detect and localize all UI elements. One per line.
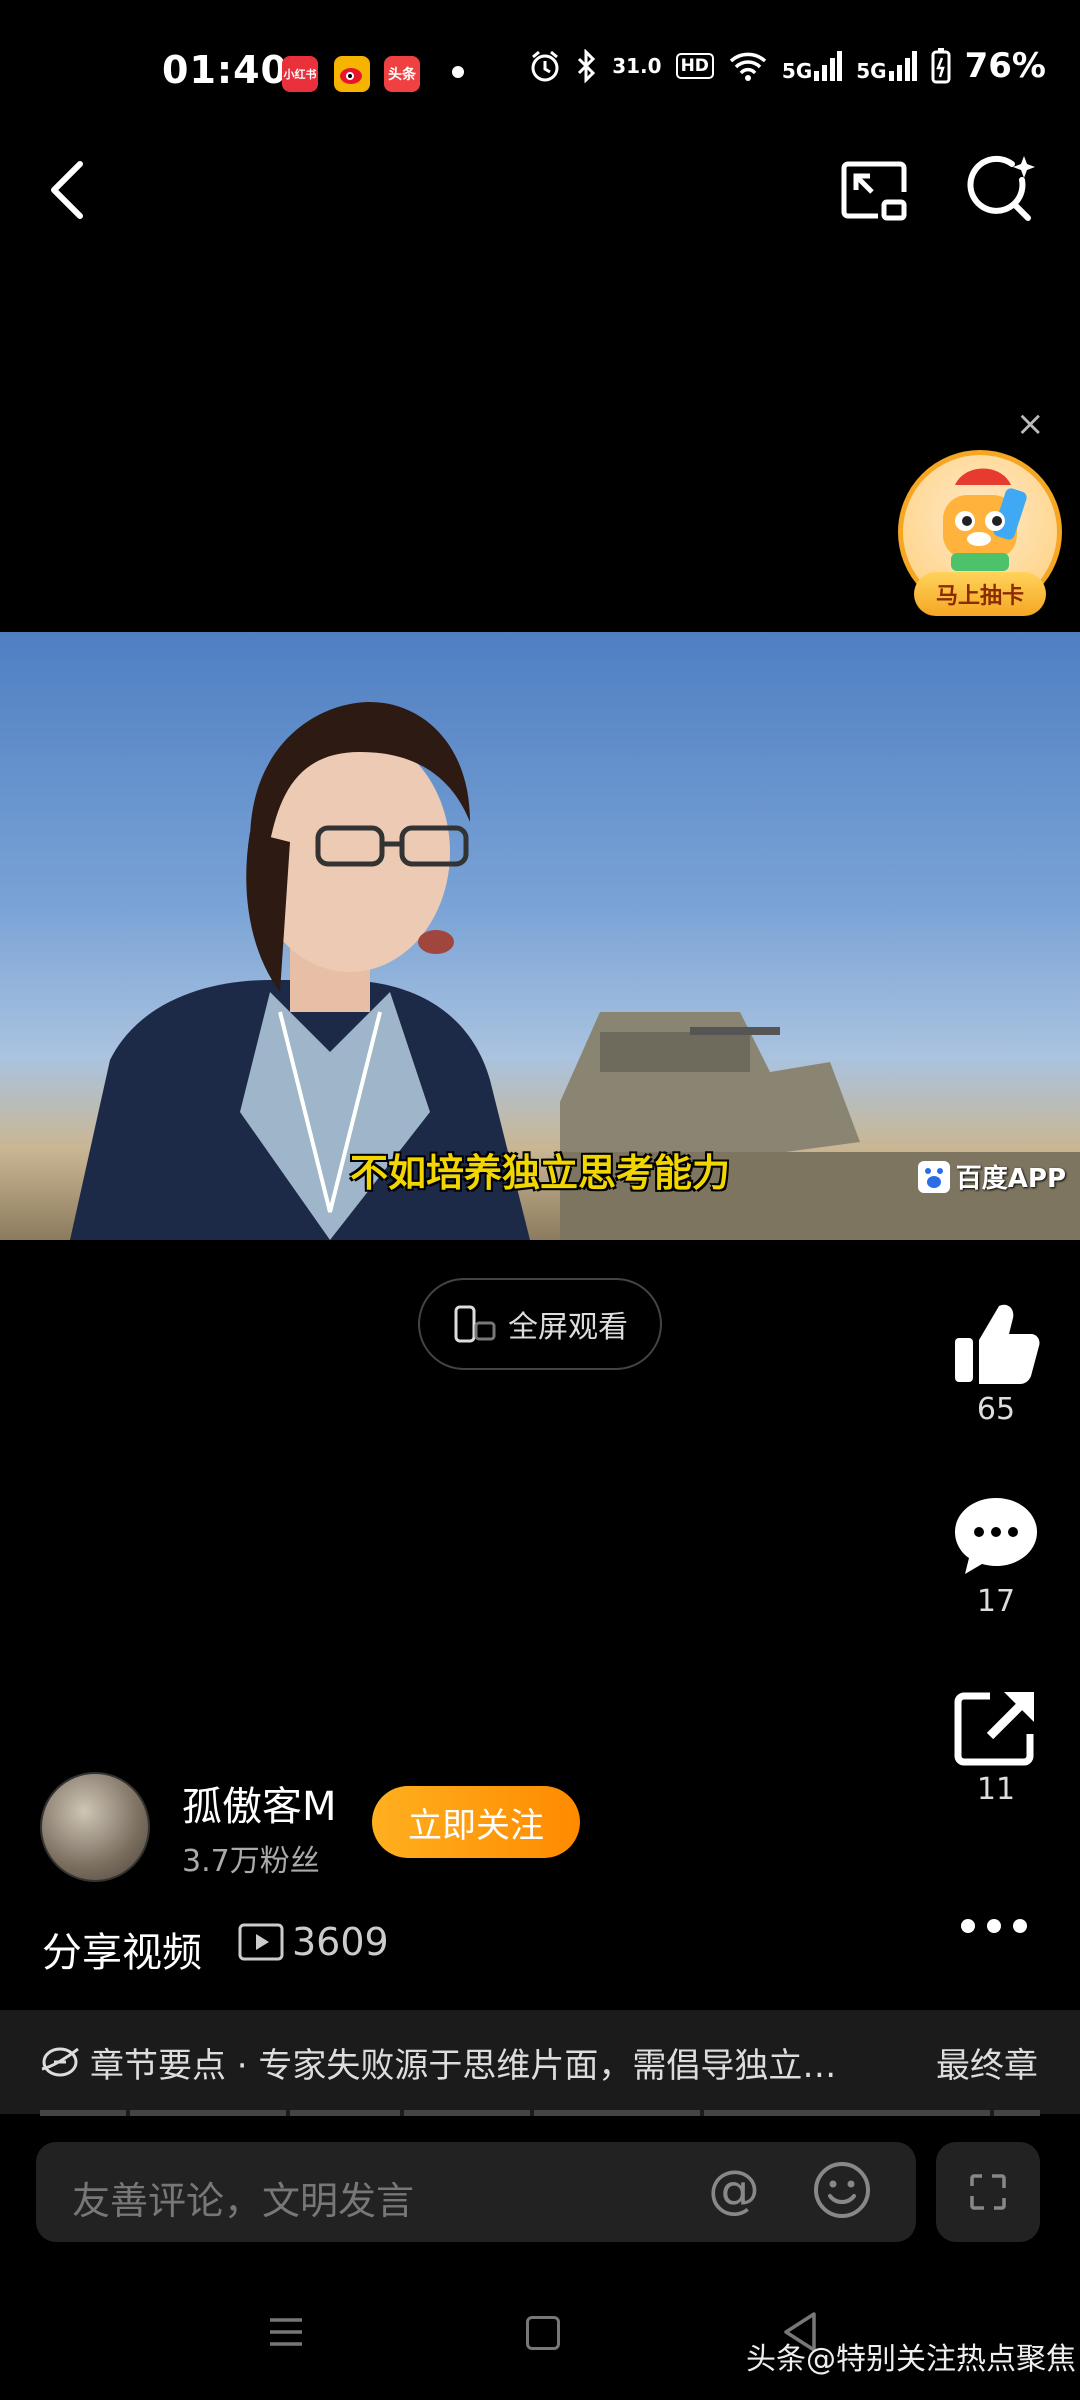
wifi-icon — [729, 52, 767, 81]
battery-icon — [931, 48, 951, 84]
play-box-icon — [238, 1923, 284, 1961]
network-speed: 31.0 — [612, 54, 662, 78]
back-button[interactable] — [40, 150, 100, 230]
nav-home-button[interactable] — [526, 2316, 560, 2350]
author-avatar[interactable] — [40, 1772, 150, 1882]
promo-label[interactable]: 马上抽卡 — [914, 572, 1046, 616]
status-indicators: 31.0 HD 5G 5G 76% — [528, 46, 1046, 86]
share-count: 11 — [976, 1772, 1016, 1807]
menu-lines-icon — [270, 2318, 302, 2346]
emoji-button[interactable] — [812, 2160, 872, 2220]
comment-button[interactable]: 17 — [936, 1494, 1056, 1619]
nav-menu-button[interactable] — [266, 2312, 306, 2356]
mention-button[interactable]: @ — [708, 2160, 760, 2220]
more-dots-icon — [961, 1919, 1027, 1933]
alarm-icon — [531, 50, 559, 82]
ai-search-button[interactable] — [962, 150, 1042, 230]
toutiao-app-icon: 头条 — [384, 56, 420, 92]
picture-in-picture-button[interactable] — [838, 154, 910, 226]
like-button[interactable]: 65 — [936, 1300, 1056, 1427]
notification-dot — [452, 66, 464, 78]
baidu-paw-icon — [917, 1160, 950, 1193]
toutiao-watermark: 头条@特别关注热点聚焦 — [746, 2342, 1076, 2377]
expand-comment-button[interactable] — [936, 2142, 1040, 2242]
weibo-app-icon — [334, 56, 370, 92]
expand-icon — [970, 2174, 1006, 2210]
like-count: 65 — [976, 1392, 1016, 1427]
emoji-icon — [814, 2162, 870, 2218]
battery-level: 76% — [964, 46, 1046, 86]
comment-bubble-icon — [955, 1498, 1037, 1574]
chapter-progress[interactable] — [40, 2110, 1040, 2116]
final-chapter-link[interactable]: 最终章 — [936, 2038, 1038, 2087]
more-options-button[interactable] — [958, 1896, 1030, 1947]
view-count: 3609 — [238, 1920, 389, 1964]
bluetooth-icon — [578, 49, 596, 83]
chapter-bar[interactable]: 章节要点 · 专家失败源于思维片面，需倡导独立… 最终章 — [0, 2010, 1080, 2114]
follow-button[interactable]: 立即关注 — [372, 1786, 580, 1858]
comment-placeholder[interactable]: 友善评论，文明发言 — [72, 2170, 414, 2225]
thumbs-up-icon — [955, 1304, 1040, 1384]
search-sparkle-icon — [967, 155, 1035, 221]
status-time: 01:40 — [162, 48, 288, 92]
author-name[interactable]: 孤傲客M — [182, 1774, 337, 1832]
xiaohongshu-app-icon: 小红书 — [282, 56, 318, 92]
signal-1: 5G — [782, 51, 843, 81]
signal-2: 5G — [856, 51, 917, 81]
author-fans: 3.7万粉丝 — [182, 1844, 320, 1879]
ai-chapter-icon — [41, 2047, 79, 2077]
baidu-watermark: 百度APP — [917, 1158, 1066, 1195]
status-bar: 01:40 小红书 头条 31.0 HD 5G 5G 76% — [0, 0, 1080, 140]
share-button[interactable]: 11 — [936, 1688, 1056, 1807]
pip-icon — [841, 161, 907, 221]
hd-icon: HD — [675, 53, 714, 79]
chevron-left-icon — [51, 161, 83, 219]
comment-count: 17 — [976, 1584, 1016, 1619]
chapter-summary: 章节要点 · 专家失败源于思维片面，需倡导独立… — [40, 2038, 880, 2087]
post-title: 分享视频 — [42, 1930, 202, 1976]
promo-close-button[interactable]: × — [1016, 404, 1045, 444]
fullscreen-button[interactable]: 全屏观看 — [418, 1278, 662, 1370]
share-icon — [954, 1692, 1034, 1766]
rotate-phone-icon — [454, 1305, 496, 1343]
